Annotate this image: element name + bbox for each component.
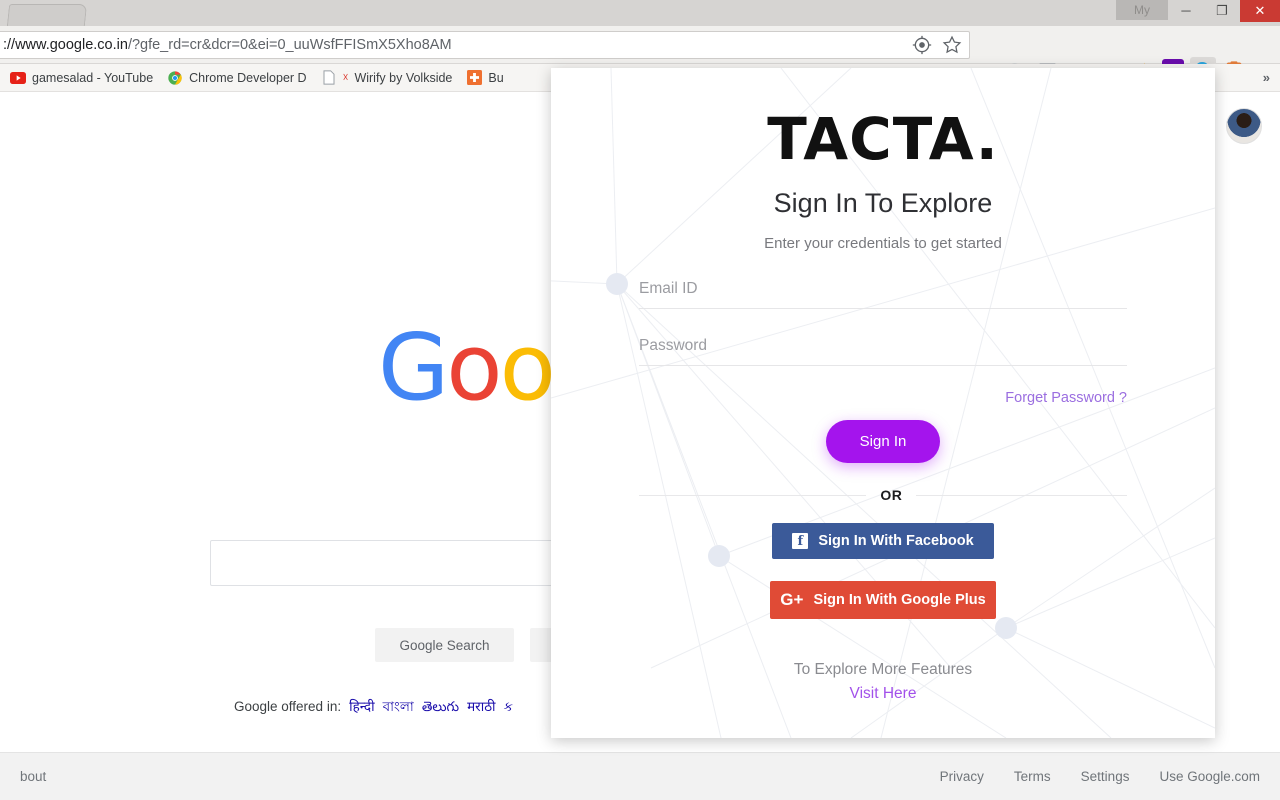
tacta-logo: TACTA. [767,105,999,173]
google-plus-icon: G+ [780,590,804,609]
bookmark-label: Bu [488,70,504,85]
url-text: ://www.google.co.in/?gfe_rd=cr&dcr=0&ei=… [0,37,452,53]
wirify-x-icon: ☓ [342,72,349,84]
facebook-button-label: Sign In With Facebook [818,533,974,549]
bookmark-label: Wirify by Volkside [354,70,453,85]
password-field-wrapper [639,337,1127,366]
settings-link[interactable]: Settings [1081,769,1130,784]
google-search-button[interactable]: Google Search [375,628,514,662]
google-logo-letter-o2: o [499,314,556,421]
or-divider: OR [639,487,1127,503]
chrome-icon [167,70,183,86]
wirify-icon [321,70,337,86]
orange-plus-icon [466,70,482,86]
bookmark-item[interactable]: Chrome Developer D [167,70,307,86]
about-link[interactable]: bout [20,769,46,784]
divider-label: OR [880,487,903,503]
browser-tab[interactable] [6,4,88,26]
visit-here-link[interactable]: Visit Here [639,685,1127,703]
language-link-marathi[interactable]: मराठी [467,697,495,715]
divider-line-right [916,494,1127,496]
bookmark-item[interactable]: ☓ Wirify by Volkside [321,70,453,86]
email-field-wrapper [639,280,1127,309]
bookmarks-overflow-icon[interactable]: » [1263,70,1270,85]
bookmark-item[interactable]: Bu [466,70,504,86]
language-link-bengali[interactable]: বাংলা [383,696,414,719]
modal-content: TACTA. Sign In To Explore Enter your cre… [551,110,1215,703]
language-link-gujarati[interactable]: ક [504,699,514,715]
url-path: /?gfe_rd=cr&dcr=0&ei=0_uuWsfFFISmX5Xho8A… [127,37,452,53]
browser-window: My ─ ❐ ✕ ://www.google.co.in/?gfe_rd=cr&… [0,0,1280,800]
terms-link[interactable]: Terms [1014,769,1051,784]
language-link-telugu[interactable]: తెలుగు [422,699,459,718]
forgot-password-link[interactable]: Forget Password ? [639,390,1127,406]
password-field[interactable] [639,337,1127,355]
signin-google-plus-button[interactable]: G+ Sign In With Google Plus [770,581,996,619]
star-bookmark-icon[interactable] [942,35,962,55]
google-footer: bout Privacy Terms Settings Use Google.c… [0,752,1280,800]
bookmark-label: Chrome Developer D [189,70,307,85]
email-field[interactable] [639,280,1127,298]
offered-label: Google offered in: [234,699,342,714]
language-link-hindi[interactable]: हिन्दी [349,697,375,715]
google-logo-letter-g: G [378,314,449,421]
address-bar[interactable]: ://www.google.co.in/?gfe_rd=cr&dcr=0&ei=… [0,31,970,59]
maximize-icon[interactable]: ❐ [1204,0,1240,22]
google-plus-button-label: Sign In With Google Plus [813,592,986,608]
close-icon[interactable]: ✕ [1240,0,1280,22]
bookmark-item[interactable]: gamesalad - YouTube [10,70,153,86]
google-logo: Goo [378,314,556,421]
explore-text: To Explore More Features [793,661,973,678]
bookmark-label: gamesalad - YouTube [32,70,154,85]
youtube-icon [10,70,26,86]
avatar[interactable] [1226,108,1262,144]
google-logo-letter-o1: o [446,314,502,421]
offered-languages: Google offered in: हिन्दी বাংলা తెలుగు म… [234,696,513,719]
window-label: My [1116,0,1168,20]
tab-strip: My ─ ❐ ✕ [0,0,1280,26]
facebook-icon: f [792,533,809,549]
use-google-com-link[interactable]: Use Google.com [1159,769,1260,784]
privacy-link[interactable]: Privacy [940,769,984,784]
url-host: ://www.google.co.in [3,37,128,53]
tacta-signin-modal: TACTA. Sign In To Explore Enter your cre… [551,68,1215,738]
signin-facebook-button[interactable]: f Sign In With Facebook [772,523,994,559]
signin-button-wrapper: Sign In [639,420,1127,463]
divider-line-left [639,494,867,496]
footer-links: Privacy Terms Settings Use Google.com [940,769,1260,784]
location-target-icon[interactable] [912,35,932,55]
page-subtitle: Enter your credentials to get started [764,235,1002,252]
minimize-icon[interactable]: ─ [1168,0,1204,22]
omnibox-bar: ://www.google.co.in/?gfe_rd=cr&dcr=0&ei=… [0,26,1280,86]
omnibox-actions [912,35,962,55]
signin-button[interactable]: Sign In [825,420,941,463]
page-title: Sign In To Explore [773,188,993,218]
